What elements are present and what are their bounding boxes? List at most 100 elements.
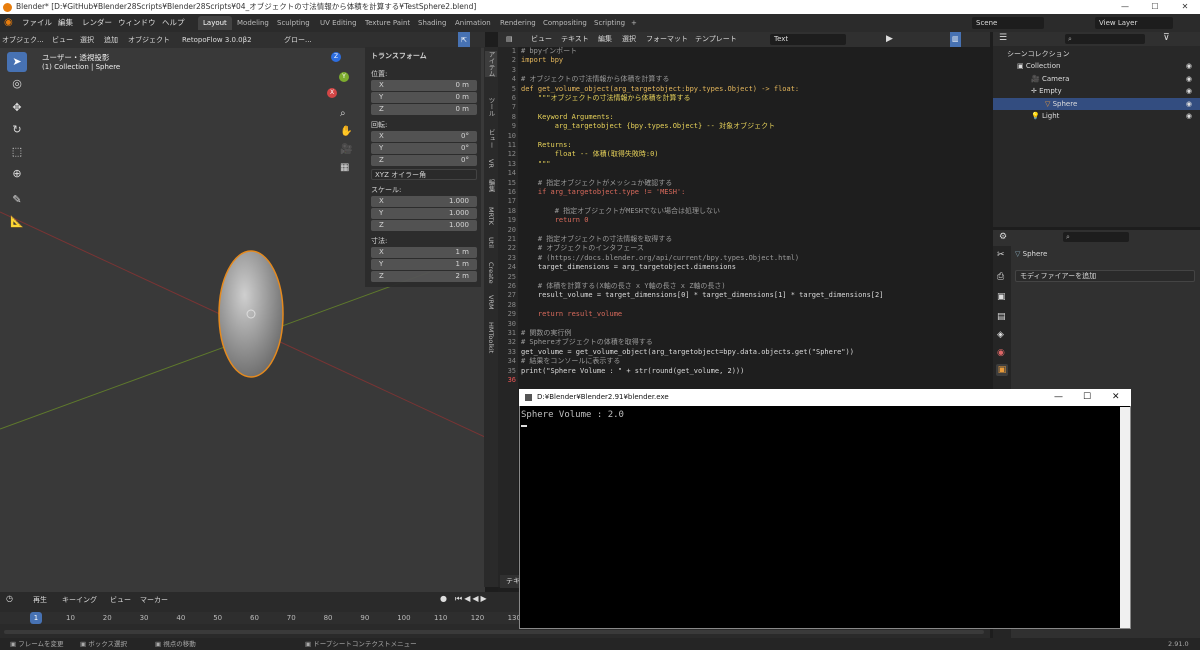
visibility-eye-icon[interactable]: ◉ (1186, 110, 1192, 122)
zoom-icon[interactable]: ⌕ (340, 108, 346, 119)
rotate-tool-icon[interactable]: ↻ (7, 120, 27, 140)
sidebar-tab-vrm[interactable]: VRM (485, 295, 497, 310)
menu-file[interactable]: ファイル (22, 14, 52, 32)
line-numbers-toggle-icon[interactable]: ▥ (950, 32, 961, 47)
sidebar-tab-tool[interactable]: ツール (485, 97, 497, 117)
clock-icon[interactable]: ◷ (6, 594, 13, 603)
editor-menu-text[interactable]: テキスト (561, 32, 589, 47)
output-tab-icon[interactable]: ▣ (997, 292, 1006, 302)
rotation-z-field[interactable]: Z 0° (371, 155, 477, 166)
tab-animation[interactable]: Animation (450, 16, 496, 30)
editor-menu-format[interactable]: フォーマット (646, 32, 688, 47)
sidebar-tab-view[interactable]: ビュー (485, 129, 497, 149)
add-modifier-dropdown[interactable]: モディファイアーを追加 (1015, 270, 1195, 282)
move-tool-icon[interactable]: ✥ (7, 98, 27, 118)
perspective-grid-icon[interactable]: ▦ (340, 162, 349, 173)
properties-search-icon[interactable]: ⌕ (1063, 232, 1129, 242)
console-close-button[interactable]: ✕ (1112, 389, 1120, 406)
render-tab-icon[interactable]: ⎙ (997, 272, 1004, 282)
record-icon[interactable]: ● (440, 594, 447, 603)
object-tab-icon[interactable]: ▣ (996, 364, 1008, 376)
filter-icon[interactable]: ⊽ (1163, 33, 1170, 43)
menu-render[interactable]: レンダー (82, 14, 112, 32)
sidebar-tab-vr[interactable]: VR (485, 159, 497, 168)
run-script-button[interactable]: ▶ (886, 32, 893, 47)
add-workspace-button[interactable]: + (626, 16, 642, 30)
rotation-x-field[interactable]: X 0° (371, 131, 477, 142)
gizmo-z[interactable]: Z (331, 52, 341, 62)
location-z-field[interactable]: Z0 m (371, 104, 477, 115)
rotation-mode-select[interactable]: XYZ オイラー角 (371, 169, 477, 180)
viewport-menu-select[interactable]: 選択 (80, 32, 94, 48)
tab-uv-editing[interactable]: UV Editing (315, 16, 362, 30)
outliner-row-sphere[interactable]: ▽ Sphere ◉ (993, 97, 1200, 110)
current-frame-indicator[interactable]: 1 (30, 612, 42, 624)
location-x-field[interactable]: X0 m (371, 80, 477, 91)
editor-menu-templates[interactable]: テンプレート (695, 32, 737, 47)
measure-tool-icon[interactable]: 📐 (7, 212, 27, 232)
tool-tab-icon[interactable]: ✂ (997, 250, 1005, 260)
tab-modeling[interactable]: Modeling (232, 16, 274, 30)
visibility-eye-icon[interactable]: ◉ (1186, 60, 1192, 72)
close-button[interactable]: ✕ (1170, 0, 1200, 14)
minimize-button[interactable]: — (1110, 0, 1140, 14)
editor-type-icon[interactable]: ▤ (506, 32, 513, 47)
scene-selector[interactable]: Scene (972, 17, 1044, 29)
tab-sculpting[interactable]: Sculpting (272, 16, 315, 30)
transform-orientation-select[interactable]: グロー... (284, 32, 312, 48)
transform-tool-icon[interactable]: ⊕ (7, 164, 27, 184)
menu-help[interactable]: ヘルプ (162, 14, 185, 32)
scene-tab-icon[interactable]: ◈ (997, 330, 1004, 340)
editor-menu-select[interactable]: 選択 (622, 32, 636, 47)
object-mode-select[interactable]: オブジェク... (2, 32, 44, 48)
editor-menu-edit[interactable]: 編集 (598, 32, 612, 47)
timeline-scrollbar[interactable] (4, 630, 984, 634)
tab-compositing[interactable]: Compositing (538, 16, 592, 30)
scene-collection-row[interactable]: シーンコレクション (993, 48, 1200, 60)
scale-z-field[interactable]: Z 1.000 (371, 220, 477, 231)
viewport-menu-view[interactable]: ビュー (52, 32, 73, 48)
scale-x-field[interactable]: X 1.000 (371, 196, 477, 207)
visibility-eye-icon[interactable]: ◉ (1186, 73, 1192, 85)
camera-view-icon[interactable]: 🎥 (340, 144, 352, 155)
tab-texture-paint[interactable]: Texture Paint (360, 16, 415, 30)
console-maximize-button[interactable]: ☐ (1083, 389, 1091, 406)
pan-hand-icon[interactable]: ✋ (340, 126, 352, 137)
maximize-button[interactable]: ☐ (1140, 0, 1170, 14)
tab-layout[interactable]: Layout (198, 16, 232, 30)
visibility-eye-icon[interactable]: ◉ (1186, 85, 1192, 97)
marker-menu[interactable]: マーカー (140, 595, 168, 605)
sidebar-tab-mrtk[interactable]: MRTK (485, 207, 497, 225)
gizmo-toggle-icon[interactable]: ⇱ (458, 32, 470, 48)
tab-rendering[interactable]: Rendering (495, 16, 541, 30)
outliner-row-empty[interactable]: ✛ Empty ◉ (993, 85, 1200, 97)
world-tab-icon[interactable]: ◉ (997, 348, 1005, 358)
rotation-y-field[interactable]: Y 0° (371, 143, 477, 154)
console-scrollbar[interactable] (1120, 407, 1130, 628)
view-layer-selector[interactable]: View Layer (1095, 17, 1173, 29)
outliner-row-collection[interactable]: ▣ Collection ◉ (993, 60, 1200, 72)
sidebar-tab-util[interactable]: Util (485, 237, 497, 248)
sidebar-tab-item[interactable]: アイテム (485, 51, 497, 77)
blender-menu-icon[interactable]: ◉ (4, 14, 13, 32)
keying-menu[interactable]: キーイング (62, 595, 97, 605)
text-datablock-name[interactable]: Text (770, 34, 846, 45)
editor-footer-tab[interactable]: テキ (500, 575, 520, 588)
viewport-menu-object[interactable]: オブジェクト (128, 32, 170, 48)
console-minimize-button[interactable]: — (1054, 389, 1063, 406)
playback-controls[interactable]: ⏮◀◀▶ (455, 594, 489, 604)
properties-editor-icon[interactable]: ⚙ (999, 232, 1007, 242)
select-tool-icon[interactable]: ➤ (7, 52, 27, 72)
location-y-field[interactable]: Y0 m (371, 92, 477, 103)
scale-tool-icon[interactable]: ⬚ (7, 142, 27, 162)
editor-menu-view[interactable]: ビュー (531, 32, 552, 47)
outliner-editor-icon[interactable]: ☰ (999, 33, 1007, 43)
console-window[interactable]: Sphere Volume : 2.0 (519, 389, 1131, 629)
sidebar-tab-edit[interactable]: 編集 (485, 179, 497, 192)
retopoflow-menu[interactable]: RetopoFlow 3.0.0β2 (182, 32, 252, 48)
outliner-row-camera[interactable]: 🎥 Camera ◉ (993, 73, 1200, 85)
outliner-search-icon[interactable]: ⌕ (1065, 34, 1145, 44)
playback-menu[interactable]: 再生 (33, 595, 47, 605)
scale-y-field[interactable]: Y 1.000 (371, 208, 477, 219)
sidebar-tab-create[interactable]: Create (485, 262, 497, 284)
